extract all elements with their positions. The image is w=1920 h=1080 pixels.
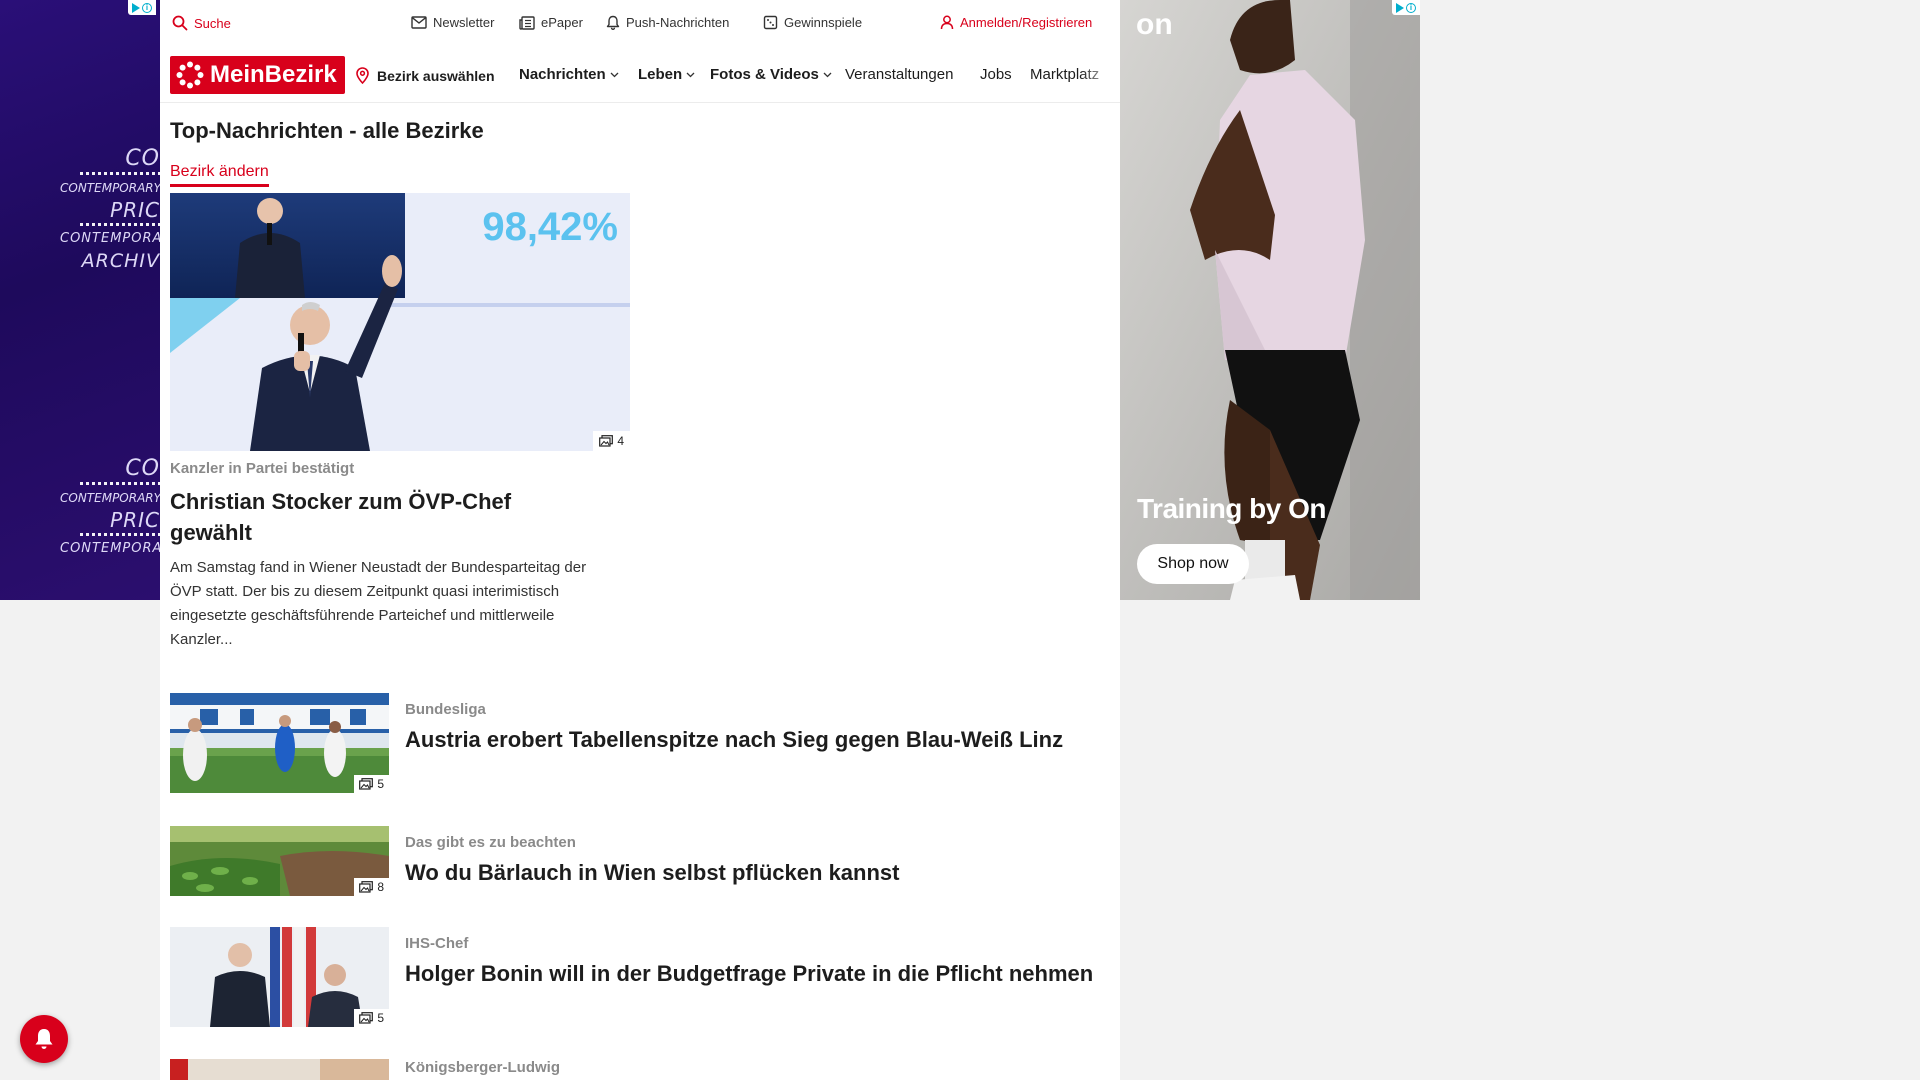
- article-kicker: IHS-Chef: [405, 935, 469, 952]
- epaper-link[interactable]: ePaper: [519, 15, 583, 30]
- ad-text-line: CONTEMPORARY: [60, 491, 160, 505]
- gallery-count-badge: 5: [354, 1009, 389, 1027]
- ad-text-line: PRIC: [110, 198, 160, 222]
- article-kicker: Bundesliga: [405, 701, 486, 718]
- lead-photo: 98,42%: [170, 193, 630, 451]
- gallery-count: 5: [377, 1011, 384, 1025]
- logo-sun-icon: [176, 61, 204, 89]
- nav-divider: [160, 102, 1120, 103]
- article-title[interactable]: Wo du Bärlauch in Wien selbst pflücken k…: [405, 858, 1105, 888]
- user-icon: [940, 15, 954, 30]
- article-kicker: Königsberger-Ludwig: [405, 1059, 560, 1076]
- envelope-icon: [411, 16, 427, 29]
- search-link[interactable]: Suche: [172, 15, 231, 31]
- login-link[interactable]: Anmelden/Registrieren: [940, 15, 1092, 30]
- lead-article-image[interactable]: 98,42% 4: [170, 193, 630, 451]
- bezirk-select[interactable]: Bezirk auswählen: [356, 67, 495, 84]
- article-kicker: Das gibt es zu beachten: [405, 834, 576, 851]
- gallery-count-badge: 5: [354, 775, 389, 793]
- main-navigation: MeinBezirk Bezirk auswählen Nachrichten …: [160, 46, 1120, 102]
- ad-headline: Training by On: [1137, 493, 1327, 524]
- gallery-icon: [599, 435, 614, 447]
- nav-jobs-label: Jobs: [980, 66, 1012, 83]
- meinbezirk-logo[interactable]: MeinBezirk: [170, 56, 345, 94]
- chevron-down-icon: [686, 72, 695, 77]
- gallery-count-badge: 8: [354, 878, 389, 896]
- shop-now-button[interactable]: Shop now: [1137, 544, 1249, 584]
- nav-jobs[interactable]: Jobs: [980, 66, 1012, 83]
- article-thumbnail[interactable]: 5: [170, 693, 389, 793]
- bezirk-select-label: Bezirk auswählen: [377, 67, 495, 84]
- article-thumbnail[interactable]: 5: [170, 927, 389, 1027]
- lead-image-overlay-text: 98,42%: [482, 205, 618, 249]
- section-title: Top-Nachrichten - alle Bezirke: [170, 118, 484, 143]
- newsletter-link[interactable]: Newsletter: [411, 15, 494, 30]
- change-bezirk-link[interactable]: Bezirk ändern: [170, 163, 269, 187]
- epaper-label: ePaper: [541, 15, 583, 30]
- adchoices-icon[interactable]: i: [128, 0, 156, 15]
- notification-bell-icon: [35, 1029, 53, 1049]
- nav-nachrichten-label: Nachrichten: [519, 66, 606, 83]
- logo-text: MeinBezirk: [210, 61, 337, 88]
- gallery-count: 8: [377, 880, 384, 894]
- main-content: Suche Newsletter ePaper Push-Nachrichten…: [160, 0, 1120, 1080]
- nav-nachrichten[interactable]: Nachrichten: [519, 66, 619, 83]
- ad-text-line: CONTEMPORARY: [60, 181, 160, 195]
- bell-icon: [606, 15, 620, 30]
- ad-text-line: ARCHIV: [81, 250, 160, 272]
- nav-overflow-fade: [1080, 46, 1120, 102]
- gallery-icon: [359, 881, 374, 893]
- nav-leben[interactable]: Leben: [638, 66, 695, 83]
- right-skyscraper-ad[interactable]: on Training by On Shop now i: [1120, 0, 1420, 600]
- login-label: Anmelden/Registrieren: [960, 15, 1093, 30]
- notification-bell-button[interactable]: [20, 1015, 68, 1063]
- gewinnspiele-link[interactable]: Gewinnspiele: [763, 15, 862, 30]
- chevron-down-icon: [610, 72, 619, 77]
- ad-text-line: CONTEMPORARY: [60, 231, 160, 246]
- gallery-icon: [359, 778, 374, 790]
- article-photo: [170, 1059, 389, 1080]
- ad-text-line: CO: [125, 146, 160, 171]
- search-icon: [172, 15, 188, 31]
- nav-veranstaltungen[interactable]: Veranstaltungen: [845, 66, 953, 83]
- search-label: Suche: [194, 15, 231, 31]
- ad-glitch-text: CO CONTEMPORARY PRIC CONTEMPORARY: [60, 458, 160, 560]
- ad-text-line: PRIC: [110, 508, 160, 532]
- ad-glitch-text: CO CONTEMPORARY PRIC CONTEMPORARY ARCHIV: [60, 148, 160, 272]
- adchoices-icon[interactable]: i: [1392, 0, 1420, 15]
- article-title[interactable]: Austria erobert Tabellenspitze nach Sieg…: [405, 725, 1105, 755]
- lead-article-kicker: Kanzler in Partei bestätigt: [170, 460, 355, 477]
- article-thumbnail[interactable]: 8: [170, 826, 389, 896]
- gallery-count-badge: 4: [593, 431, 630, 451]
- top-utility-bar: Suche Newsletter ePaper Push-Nachrichten…: [160, 0, 1120, 46]
- on-brand-logo: on: [1136, 8, 1173, 41]
- location-pin-icon: [356, 67, 369, 84]
- chevron-down-icon: [823, 72, 832, 77]
- nav-leben-label: Leben: [638, 66, 683, 83]
- gallery-icon: [359, 1012, 374, 1024]
- left-skyscraper-ad[interactable]: CO CONTEMPORARY PRIC CONTEMPORARY ARCHIV…: [0, 0, 160, 600]
- gallery-count: 4: [617, 434, 624, 448]
- article-title[interactable]: Holger Bonin will in der Budgetfrage Pri…: [405, 959, 1105, 989]
- lead-article-title[interactable]: Christian Stocker zum ÖVP-Chef gewählt: [170, 486, 590, 548]
- nav-fotos-videos-label: Fotos & Videos: [710, 66, 819, 83]
- article-item[interactable]: 8 Das gibt es zu beachten Wo du Bärlauch…: [170, 826, 1110, 896]
- ad-text-line: CO: [125, 456, 160, 481]
- push-notifications-link[interactable]: Push-Nachrichten: [606, 15, 729, 30]
- lead-article-teaser: Am Samstag fand in Wiener Neustadt der B…: [170, 559, 587, 648]
- gift-icon: [763, 15, 778, 30]
- newsletter-label: Newsletter: [433, 15, 495, 30]
- nav-veranstaltungen-label: Veranstaltungen: [845, 66, 954, 83]
- newspaper-icon: [519, 15, 535, 30]
- article-thumbnail[interactable]: [170, 1059, 389, 1080]
- ad-text-line: CONTEMPORARY: [60, 541, 160, 556]
- article-item[interactable]: 5 IHS-Chef Holger Bonin will in der Budg…: [170, 927, 1110, 1027]
- article-item[interactable]: 5 Bundesliga Austria erobert Tabellenspi…: [170, 693, 1110, 793]
- article-item[interactable]: Königsberger-Ludwig: [170, 1059, 1110, 1080]
- gallery-count: 5: [377, 777, 384, 791]
- nav-fotos-videos[interactable]: Fotos & Videos: [710, 66, 832, 83]
- gewinnspiele-label: Gewinnspiele: [784, 15, 863, 30]
- push-label: Push-Nachrichten: [626, 15, 730, 30]
